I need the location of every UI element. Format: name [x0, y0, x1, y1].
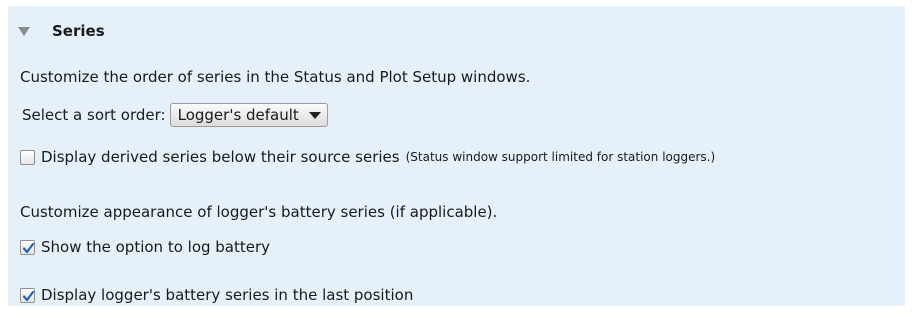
sort-order-label: Select a sort order: — [22, 106, 166, 124]
battery-description: Customize appearance of logger's battery… — [20, 203, 498, 221]
checkmark-icon — [22, 290, 35, 301]
chevron-down-icon — [308, 111, 321, 119]
sort-order-value: Logger's default — [177, 106, 299, 124]
section-title: Series — [52, 22, 105, 40]
checkmark-icon — [22, 242, 35, 253]
battery-last-label: Display logger's battery series in the l… — [41, 286, 414, 304]
show-battery-label: Show the option to log battery — [41, 238, 271, 256]
battery-last-checkbox[interactable] — [20, 287, 35, 303]
sort-order-row: Select a sort order: Logger's default — [22, 103, 328, 127]
derived-series-checkbox[interactable] — [20, 149, 35, 165]
collapse-triangle-icon[interactable] — [18, 26, 30, 36]
order-description-row: Customize the order of series in the Sta… — [20, 68, 530, 86]
derived-series-row: Display derived series below their sourc… — [20, 148, 715, 166]
show-battery-checkbox[interactable] — [20, 239, 35, 255]
battery-last-row: Display logger's battery series in the l… — [20, 286, 413, 304]
derived-series-note: (Status window support limited for stati… — [405, 150, 716, 164]
sort-order-dropdown[interactable]: Logger's default — [169, 103, 328, 127]
order-description: Customize the order of series in the Sta… — [20, 68, 531, 86]
series-panel: Series Customize the order of series in … — [8, 6, 905, 306]
derived-series-label: Display derived series below their sourc… — [41, 148, 400, 166]
section-header[interactable]: Series — [18, 20, 105, 42]
battery-description-row: Customize appearance of logger's battery… — [20, 203, 497, 221]
show-battery-row: Show the option to log battery — [20, 238, 270, 256]
